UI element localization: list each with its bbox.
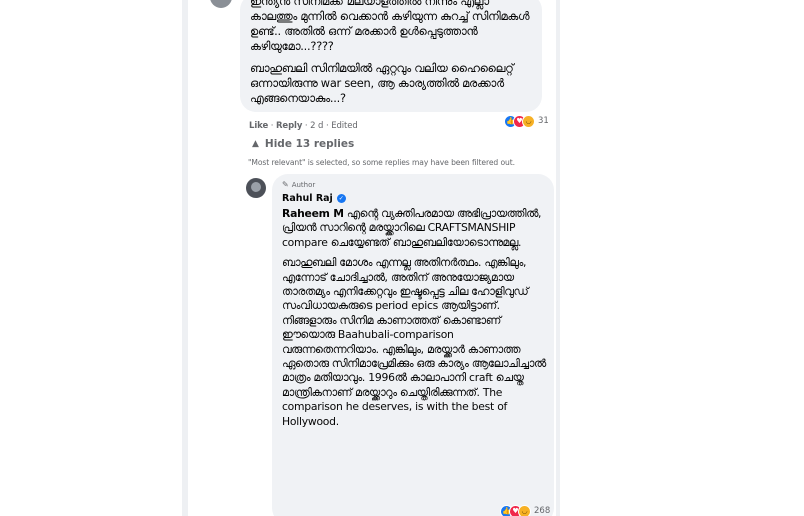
reply-reactions[interactable]: 👍 ♥ ◡ 268 (500, 504, 550, 516)
reply-paragraph: Raheem M എന്റെ വ്യക്തിപരമായ അഭിപ്രായത്തി… (282, 207, 548, 250)
filter-note: "Most relevant" is selected, so some rep… (248, 158, 515, 167)
commenter-avatar[interactable] (210, 0, 232, 8)
comment-text: ഇന്ത്യൻ സിനിമക്ക് മലയാളത്തിൽ നിന്നും എല്… (250, 0, 536, 113)
mention-link[interactable]: Raheem M (282, 207, 344, 220)
pen-icon: ✎ (282, 180, 289, 189)
reaction-count: 268 (534, 506, 551, 516)
comment-actions: Like · Reply · 2 d · Edited (249, 121, 358, 131)
author-badge-label: Author (291, 180, 316, 189)
laugh-icon: ◡ (518, 504, 531, 516)
edited-label: Edited (331, 121, 358, 131)
reply-bubble: ✎ Author Rahul Raj ✓ Raheem M എന്റെ വ്യക… (272, 174, 554, 516)
comment-paragraph: ഇന്ത്യൻ സിനിമക്ക് മലയാളത്തിൽ നിന്നും എല്… (250, 0, 530, 53)
reply-author-avatar[interactable] (246, 178, 266, 198)
reply-text: Raheem M എന്റെ വ്യക്തിപരമായ അഭിപ്രായത്തി… (282, 207, 548, 435)
like-link[interactable]: Like (249, 121, 268, 131)
right-blank-area (560, 0, 804, 516)
reaction-count: 31 (538, 116, 549, 126)
comment-paragraph: ബാഹുബലി സിനിമയിൽ ഏറ്റവും വലിയ ഹൈലൈറ്റ് ഒ… (250, 61, 514, 105)
verified-badge-icon: ✓ (336, 194, 346, 203)
comment-reactions[interactable]: 👍 ♥ ◡ 31 (504, 114, 549, 128)
comment-timestamp[interactable]: 2 d (310, 121, 323, 131)
reply-link[interactable]: Reply (276, 121, 302, 131)
reply-paragraph: ബാഹുബലി മോശം എന്നല്ല അതിനർത്ഥം. എങ്കിലും… (282, 256, 546, 428)
hide-replies-label: Hide 13 replies (264, 138, 355, 150)
caret-up-icon: ▲ (252, 139, 259, 149)
hide-replies-button[interactable]: ▲ Hide 13 replies (252, 138, 354, 150)
reply-author-name[interactable]: Rahul Raj ✓ (282, 193, 346, 204)
author-badge: ✎ Author (282, 180, 315, 189)
left-blank-area (0, 0, 182, 516)
author-name-text: Rahul Raj (282, 193, 333, 204)
laugh-icon: ◡ (522, 114, 535, 128)
comment-bubble: ഇന്ത്യൻ സിനിമക്ക് മലയാളത്തിൽ നിന്നും എല്… (240, 0, 542, 112)
comments-thread: ഇന്ത്യൻ സിനിമക്ക് മലയാളത്തിൽ നിന്നും എല്… (188, 0, 556, 516)
